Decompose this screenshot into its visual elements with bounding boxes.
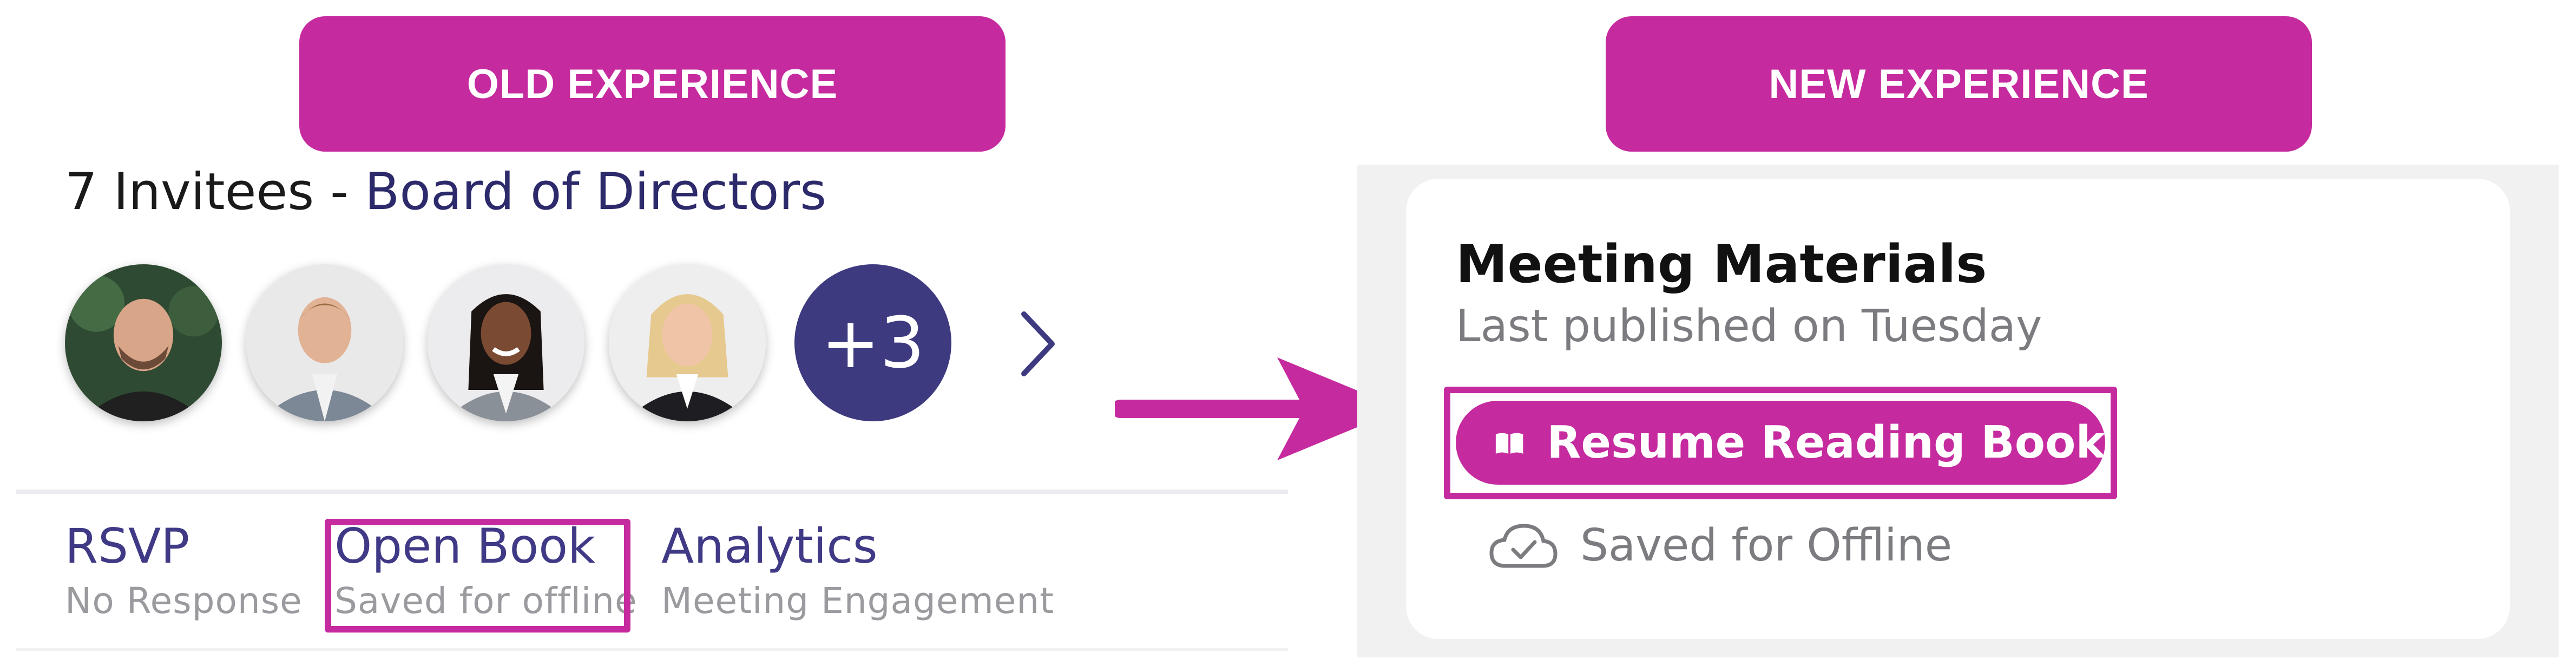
chevron-right-icon[interactable] bbox=[1016, 309, 1060, 379]
avatar[interactable] bbox=[246, 264, 403, 421]
rsvp-label: RSVP bbox=[65, 518, 190, 574]
open-book-icon bbox=[1495, 433, 1523, 454]
old-experience-banner: OLD EXPERIENCE bbox=[299, 16, 1006, 152]
analytics-action[interactable]: Analytics Meeting Engagement bbox=[661, 523, 1054, 619]
card-title: Meeting Materials bbox=[1456, 234, 1987, 295]
analytics-label: Analytics bbox=[661, 518, 878, 574]
divider bbox=[16, 490, 1288, 494]
saved-offline-label: Saved for Offline bbox=[1580, 520, 1953, 571]
person-photo-2 bbox=[246, 264, 403, 421]
resume-reading-book-button[interactable]: Resume Reading Book bbox=[1456, 401, 2105, 485]
open-book-highlight bbox=[325, 519, 630, 633]
saved-offline-status: Saved for Offline bbox=[1488, 520, 1952, 571]
cloud-check-icon bbox=[1489, 523, 1558, 568]
avatar[interactable] bbox=[428, 264, 584, 421]
bottom-divider bbox=[16, 648, 1288, 651]
person-photo-1 bbox=[65, 264, 222, 421]
avatar[interactable] bbox=[609, 264, 766, 421]
invitees-heading: 7 Invitees - Board of Directors bbox=[65, 162, 826, 221]
resume-button-label: Resume Reading Book bbox=[1547, 417, 2105, 468]
new-experience-banner: NEW EXPERIENCE bbox=[1606, 16, 2312, 152]
invitees-count: 7 Invitees - bbox=[65, 162, 365, 221]
rsvp-action[interactable]: RSVP No Response bbox=[65, 523, 303, 619]
card-subtitle: Last published on Tuesday bbox=[1456, 301, 2042, 352]
more-invitees-badge[interactable]: +3 bbox=[794, 264, 951, 421]
person-photo-3 bbox=[428, 264, 584, 421]
analytics-status: Meeting Engagement bbox=[661, 580, 1055, 622]
rsvp-status: No Response bbox=[65, 580, 303, 622]
person-photo-4 bbox=[609, 264, 766, 421]
invitees-group-name: Board of Directors bbox=[364, 162, 827, 221]
avatar[interactable] bbox=[65, 264, 222, 421]
